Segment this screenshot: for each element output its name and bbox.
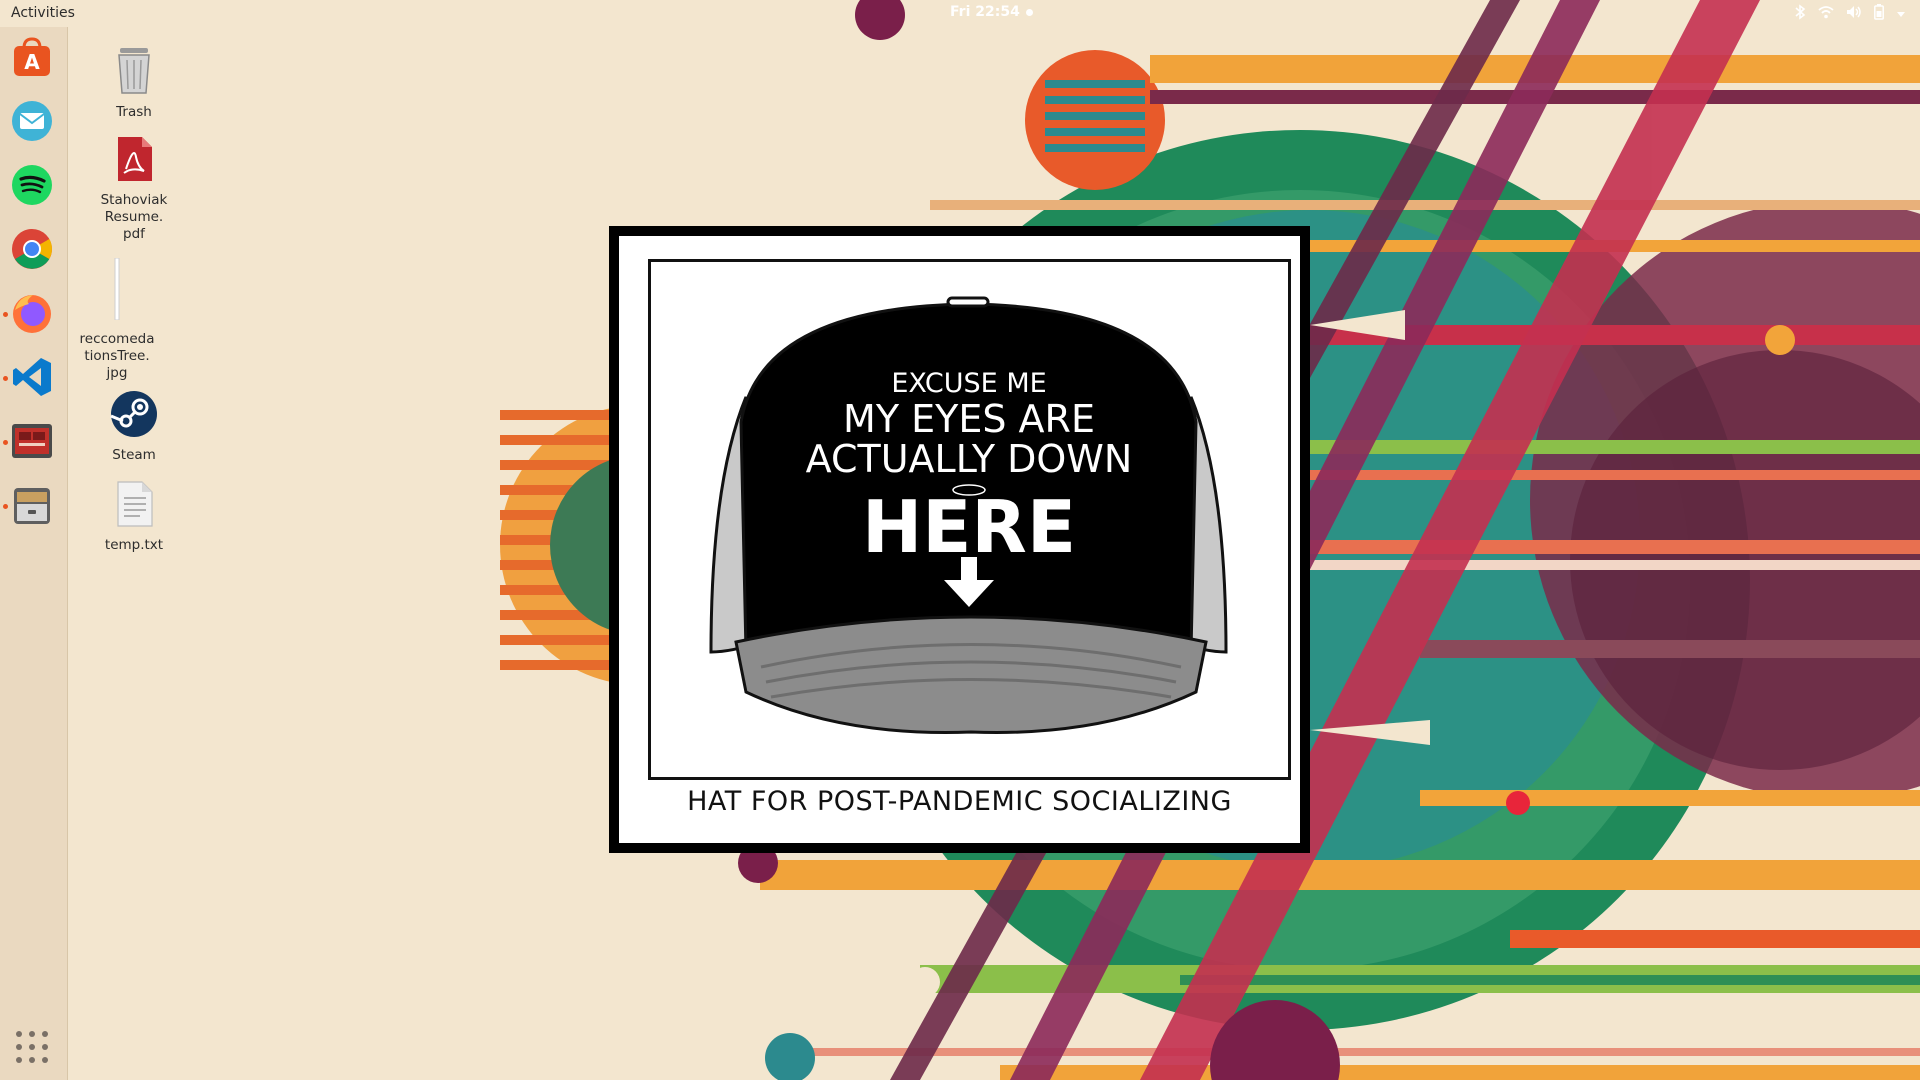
chrome-icon [11,228,53,274]
dock-item-mail[interactable] [9,100,55,146]
clock-area[interactable]: Fri 22:54 [950,4,1033,20]
text-file-icon [114,481,154,532]
desktop-icon-temp-txt[interactable]: temp.txt [79,480,189,554]
desktop-icon-recommendations-jpg[interactable]: reccomeda tionsTree. jpg [62,257,172,382]
volume-icon[interactable] [1846,5,1862,23]
dock: A [0,27,68,1080]
desktop-icon-label: reccomeda tionsTree. jpg [79,331,155,381]
desktop-icon-label: Trash [116,104,152,120]
bluetooth-icon[interactable] [1794,4,1806,24]
desktop-icon-label: Stahoviak Resume. pdf [100,192,168,242]
dock-item-ubuntu-software[interactable]: A [9,36,55,82]
show-applications-button[interactable] [15,1030,49,1064]
comic-image: EXCUSE ME MY EYES ARE ACTUALLY DOWN HERE… [619,236,1300,843]
dock-item-files[interactable] [3,484,55,530]
wifi-icon[interactable] [1818,5,1834,23]
file-cabinet-icon [11,484,53,530]
running-indicator [3,504,8,509]
dock-item-chrome[interactable] [9,228,55,274]
hat-text-line4: HERE [862,485,1076,569]
svg-text:A: A [24,50,40,74]
activities-button[interactable]: Activities [11,5,75,21]
running-indicator [3,376,8,381]
comic-panel: EXCUSE ME MY EYES ARE ACTUALLY DOWN HERE [648,259,1291,780]
down-arrow-icon [961,557,977,582]
vscode-icon [11,356,53,402]
cap-illustration: EXCUSE ME MY EYES ARE ACTUALLY DOWN HERE [709,296,1228,734]
image-viewer-window[interactable]: EXCUSE ME MY EYES ARE ACTUALLY DOWN HERE… [609,226,1310,853]
clock[interactable]: Fri 22:54 [950,4,1020,20]
running-indicator [3,312,8,317]
firefox-icon [11,292,53,338]
app-menu[interactable] [101,5,221,21]
trash-icon [112,48,156,99]
presentation-icon [11,420,53,466]
notification-dot [1025,8,1033,16]
desktop-icon-trash[interactable]: Trash [79,45,189,121]
image-file-icon [112,257,122,324]
dock-item-firefox[interactable] [3,292,55,338]
running-indicator [3,440,8,445]
spotify-icon [11,164,53,210]
desktop-icon-label: Steam [112,447,156,463]
desktop-icon-steam[interactable]: Steam [79,390,189,464]
hat-text-line2: MY EYES ARE [843,397,1095,441]
dock-item-spotify[interactable] [9,164,55,210]
battery-icon[interactable] [1874,4,1884,24]
top-bar: Activities Fri 22:54 [0,0,1920,27]
grid-icon [16,1031,22,1037]
desktop-icon-resume-pdf[interactable]: Stahoviak Resume. pdf [79,135,189,243]
chevron-down-icon[interactable] [1896,6,1906,22]
comic-caption: HAT FOR POST-PANDEMIC SOCIALIZING [687,786,1232,817]
desktop-icon-label: temp.txt [104,537,164,553]
pdf-icon [114,137,154,187]
dock-item-presentation[interactable] [3,420,55,466]
dock-item-vscode[interactable] [3,356,55,402]
steam-icon [110,391,158,442]
system-tray[interactable] [1794,4,1906,24]
hat-text-line3: ACTUALLY DOWN [806,437,1133,481]
shopping-bag-icon: A [11,36,53,82]
envelope-icon [11,100,53,146]
hat-text-line1: EXCUSE ME [891,368,1046,399]
